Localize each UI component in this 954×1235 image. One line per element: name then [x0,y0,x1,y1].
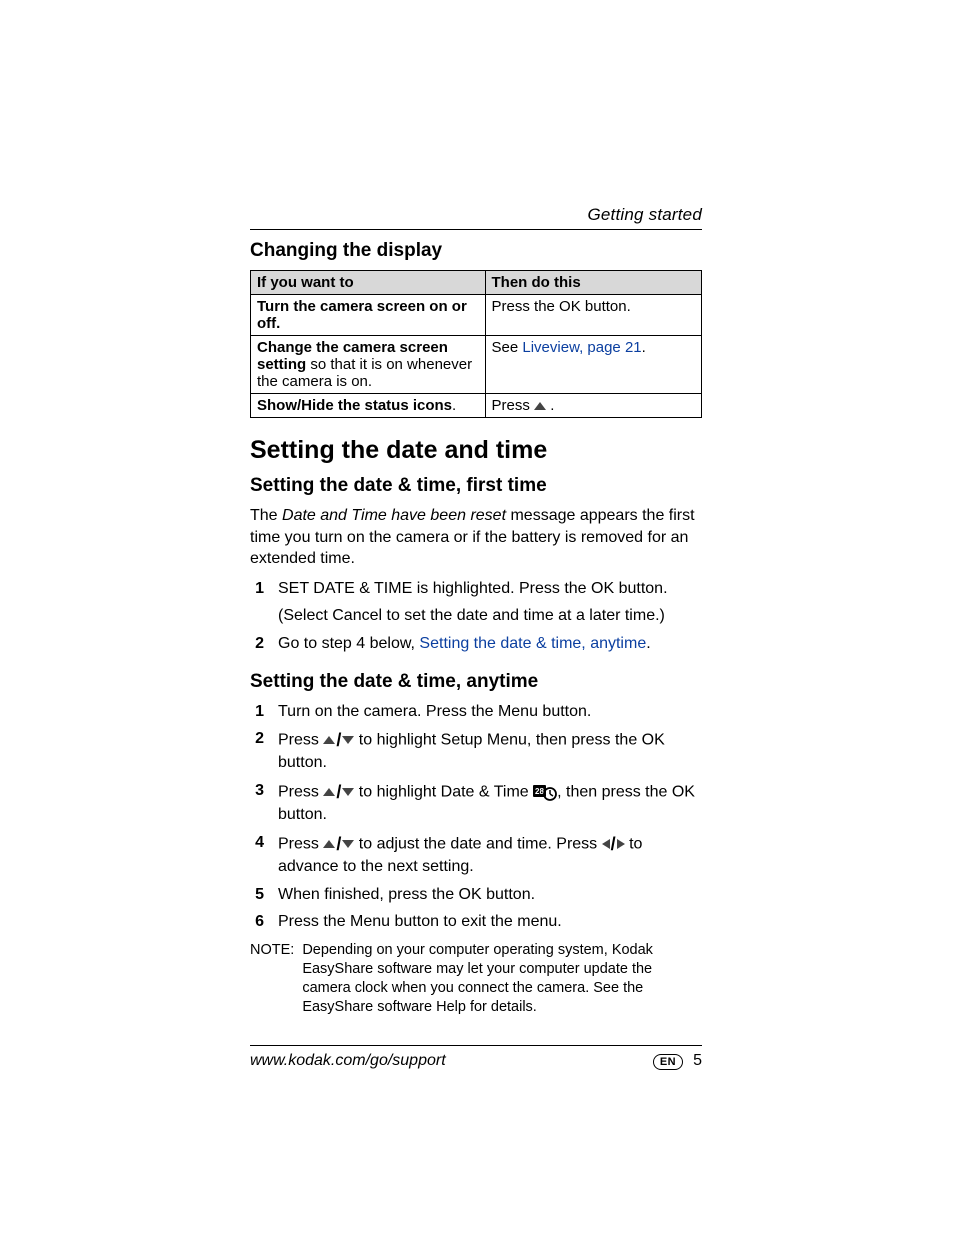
note-label: NOTE: [250,941,294,1016]
step-body: SET DATE & TIME is highlighted. Press th… [278,578,702,627]
table-cell: Press . [485,394,701,418]
italic-text: Date and Time have been reset [282,507,506,524]
step-number: 1 [250,578,264,627]
down-triangle-icon [342,840,354,848]
step-body: When finished, press the OK button. [278,884,702,906]
table-cell-text: See [492,339,523,356]
step-body: Go to step 4 below, Setting the date & t… [278,633,702,655]
note-block: NOTE: Depending on your computer operati… [250,941,702,1016]
step-number: 2 [250,728,264,774]
step-number: 4 [250,832,264,878]
up-triangle-icon [534,402,546,410]
step-number: 2 [250,633,264,655]
table-header-cell: If you want to [251,271,486,295]
anytime-link[interactable]: Setting the date & time, anytime [419,635,646,652]
table-cell: See Liveview, page 21. [485,336,701,394]
slash-icon: / [611,832,616,856]
table-cell: Show/Hide the status icons. [251,394,486,418]
text: The [250,507,282,524]
section-title-changing-display: Changing the display [250,240,702,262]
table-cell-text: . [546,397,554,414]
down-triangle-icon [342,788,354,796]
down-triangle-icon [342,736,354,744]
steps-first-time: 1 SET DATE & TIME is highlighted. Press … [250,578,702,655]
table-row: Change the camera screen setting so that… [251,336,702,394]
up-triangle-icon [323,736,335,744]
section-title-first-time: Setting the date & time, first time [250,475,702,497]
list-item: 1 Turn on the camera. Press the Menu but… [250,701,702,723]
step-body: Press / to highlight Date & Time 28, the… [278,780,702,826]
slash-icon: / [336,780,341,804]
table-cell-bold: Show/Hide the status icons [257,397,452,414]
table-cell-bold: Turn the camera screen on or off. [257,298,467,332]
step-body: Turn on the camera. Press the Menu butto… [278,701,702,723]
step-body: Press / to adjust the date and time. Pre… [278,832,702,878]
running-head: Getting started [250,205,702,225]
slash-icon: / [336,832,341,856]
up-triangle-icon [323,840,335,848]
table-cell-text: . [642,339,646,356]
list-item: 4 Press / to adjust the date and time. P… [250,832,702,878]
page-number: 5 [693,1052,702,1069]
footer-url: www.kodak.com/go/support [250,1052,446,1070]
list-item: 3 Press / to highlight Date & Time 28, t… [250,780,702,826]
steps-anytime: 1 Turn on the camera. Press the Menu but… [250,701,702,933]
intro-paragraph: The Date and Time have been reset messag… [250,505,702,570]
page-footer: www.kodak.com/go/support EN 5 [250,1045,702,1070]
list-item: 6 Press the Menu button to exit the menu… [250,911,702,933]
table-row: Turn the camera screen on or off. Press … [251,295,702,336]
step-number: 5 [250,884,264,906]
text: Go to step 4 below, [278,635,419,652]
text: Press [278,783,323,800]
list-item: 2 Press / to highlight Setup Menu, then … [250,728,702,774]
display-table: If you want to Then do this Turn the cam… [250,270,702,418]
table-row: Show/Hide the status icons. Press . [251,394,702,418]
table-header-row: If you want to Then do this [251,271,702,295]
substep-text: (Select Cancel to set the date and time … [278,605,702,627]
table-cell: Change the camera screen setting so that… [251,336,486,394]
table-cell-text: Press [492,397,535,414]
left-triangle-icon [602,839,610,849]
table-header-cell: Then do this [485,271,701,295]
text: to highlight Date & Time [354,783,533,800]
text: SET DATE & TIME is highlighted. Press th… [278,580,668,597]
manual-page: Getting started Changing the display If … [0,0,954,1235]
table-cell: Turn the camera screen on or off. [251,295,486,336]
text: Press [278,732,323,749]
header-rule [250,229,702,230]
footer-right: EN 5 [653,1052,702,1070]
h2-setting-date-time: Setting the date and time [250,436,702,465]
language-badge: EN [653,1054,683,1070]
slash-icon: / [336,728,341,752]
text: . [646,635,650,652]
list-item: 1 SET DATE & TIME is highlighted. Press … [250,578,702,627]
date-time-icon: 28 [533,783,557,801]
step-number: 1 [250,701,264,723]
up-triangle-icon [323,788,335,796]
note-text: Depending on your computer operating sys… [302,941,702,1016]
list-item: 2 Go to step 4 below, Setting the date &… [250,633,702,655]
table-cell-text: . [452,397,456,414]
step-body: Press the Menu button to exit the menu. [278,911,702,933]
text: Press [278,835,323,852]
list-item: 5 When finished, press the OK button. [250,884,702,906]
right-triangle-icon [617,839,625,849]
step-number: 3 [250,780,264,826]
table-cell: Press the OK button. [485,295,701,336]
liveview-link[interactable]: Liveview, page 21 [522,339,641,356]
svg-text:28: 28 [535,787,544,796]
step-number: 6 [250,911,264,933]
section-title-anytime: Setting the date & time, anytime [250,671,702,693]
text: to adjust the date and time. Press [354,835,601,852]
step-body: Press / to highlight Setup Menu, then pr… [278,728,702,774]
